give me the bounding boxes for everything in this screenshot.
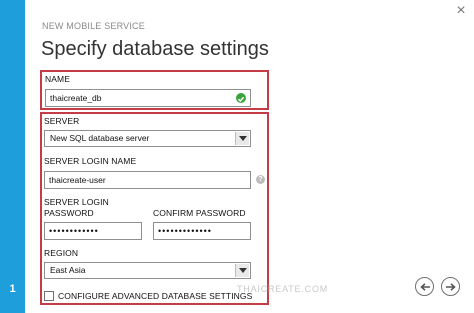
name-input-value: thaicreate_db — [50, 93, 102, 103]
check-icon — [236, 93, 246, 103]
advanced-settings-label[interactable]: CONFIGURE ADVANCED DATABASE SETTINGS — [58, 291, 252, 301]
server-login-password-value: •••••••••••• — [49, 226, 99, 236]
wizard-step-sidebar: 1 — [0, 0, 25, 313]
confirm-password-label: CONFIRM PASSWORD — [153, 208, 246, 218]
name-input[interactable]: thaicreate_db — [45, 89, 251, 107]
page-title: Specify database settings — [41, 38, 269, 60]
step-number: 1 — [9, 283, 16, 295]
region-select-value: East Asia — [50, 265, 86, 275]
arrow-right-icon — [445, 282, 456, 291]
advanced-settings-checkbox[interactable] — [44, 291, 54, 301]
help-icon[interactable]: ? — [256, 175, 265, 184]
region-select[interactable]: East Asia — [44, 262, 251, 279]
server-login-password-label: SERVER LOGIN PASSWORD — [44, 197, 109, 219]
confirm-password-input[interactable]: ••••••••••••• — [153, 222, 251, 240]
server-login-name-input[interactable]: thaicreate-user — [44, 171, 251, 189]
server-login-password-label-line2: PASSWORD — [44, 208, 94, 218]
server-login-password-input[interactable]: •••••••••••• — [44, 222, 142, 240]
watermark-text: THAICREATE.COM — [237, 284, 329, 294]
chevron-down-icon — [235, 132, 249, 145]
server-label: SERVER — [44, 116, 80, 126]
server-select-value: New SQL database server — [50, 133, 150, 143]
server-login-name-label: SERVER LOGIN NAME — [44, 156, 137, 166]
wizard-subtitle: NEW MOBILE SERVICE — [42, 21, 145, 31]
server-login-password-label-line1: SERVER LOGIN — [44, 197, 109, 207]
server-login-name-value: thaicreate-user — [49, 175, 106, 185]
server-select[interactable]: New SQL database server — [44, 130, 251, 147]
arrow-left-icon — [419, 282, 430, 291]
name-label: NAME — [45, 74, 70, 84]
confirm-password-value: ••••••••••••• — [158, 226, 212, 236]
close-button[interactable]: × — [454, 3, 468, 19]
region-label: REGION — [44, 248, 79, 258]
chevron-down-icon — [235, 264, 249, 277]
back-button[interactable] — [415, 277, 434, 296]
next-button[interactable] — [441, 277, 460, 296]
